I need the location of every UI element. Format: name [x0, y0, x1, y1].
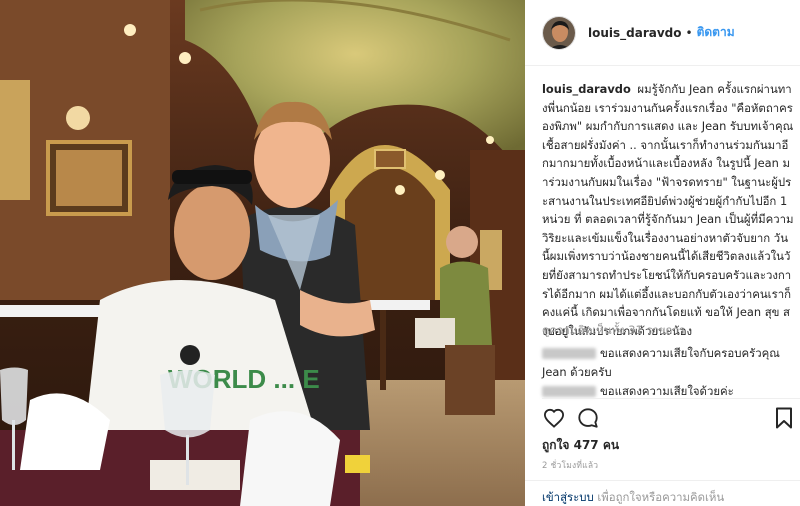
blurred-username	[542, 348, 596, 359]
view-all-comments-link[interactable]: ดูความคิดเห็นทั้ง 31 รายการ	[542, 322, 685, 340]
post-photo[interactable]: WORLD ... E	[0, 0, 525, 506]
post-header: louis_daravdo • ติดตาม	[525, 0, 800, 66]
caption-username[interactable]: louis_daravdo	[542, 82, 631, 96]
post-caption: louis_daravdo ผมรู้จักกับ Jean ครั้งแรกผ…	[542, 80, 794, 340]
heart-icon[interactable]	[543, 408, 565, 428]
comment-text: ขอแสดงความเสียใจด้วยค่ะ	[600, 384, 734, 398]
header-username[interactable]: louis_daravdo	[588, 26, 682, 40]
post-side-panel: louis_daravdo • ติดตาม louis_daravdo ผมร…	[525, 0, 800, 506]
post-timestamp: 2 ชั่วโมงที่แล้ว	[542, 461, 599, 471]
comment-bubble-icon[interactable]	[577, 407, 599, 429]
login-link[interactable]: เข้าสู่ระบบ	[542, 490, 594, 504]
header-separator: •	[685, 25, 693, 40]
follow-button[interactable]: ติดตาม	[697, 23, 735, 42]
avatar-image	[543, 16, 575, 49]
blurred-username	[542, 386, 596, 397]
comment-item: ขอแสดงความเสียใจกับครอบครัวคุณ Jean ด้วย…	[542, 344, 794, 381]
caption-text: ผมรู้จักกับ Jean ครั้งแรกผ่านทางพี่นกน้อ…	[542, 82, 794, 338]
divider	[525, 480, 800, 481]
likes-count[interactable]: ถูกใจ 477 คน	[542, 436, 619, 455]
divider	[542, 398, 800, 399]
add-comment-prompt: เข้าสู่ระบบ เพื่อถูกใจหรือความคิดเห็น	[542, 489, 724, 506]
bookmark-icon[interactable]	[775, 407, 793, 429]
avatar[interactable]	[542, 15, 576, 50]
add-comment-text: เพื่อถูกใจหรือความคิดเห็น	[593, 490, 725, 504]
restaurant-photo-illustration: WORLD ... E	[0, 0, 525, 506]
